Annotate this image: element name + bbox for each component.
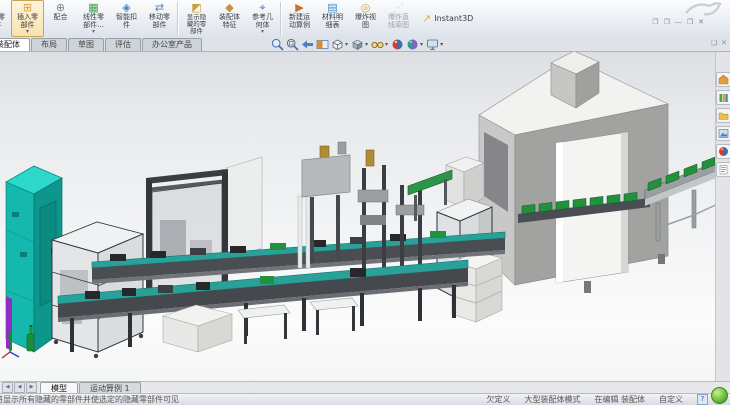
ribbon-button-bill-of-materials[interactable]: ▤ 材料明 细表	[316, 0, 349, 37]
button-label: 编辑零 部件	[0, 14, 5, 29]
dropdown-arrow-icon[interactable]: ▾	[420, 41, 423, 48]
button-label: 配合	[54, 14, 68, 22]
display-style-icon[interactable]	[351, 38, 364, 51]
button-label: 参考几 何体	[252, 14, 273, 29]
button-label: 爆炸视 图	[355, 14, 376, 29]
button-label: 装配体 特征	[219, 14, 240, 29]
close-icon[interactable]: ✕	[698, 18, 704, 26]
status-message: 将显示所有隐藏的零部件并使选定的隐藏零部件可见	[0, 394, 179, 405]
ribbon-button-new-motion-study[interactable]: ▶ 新建运 动算例	[283, 0, 316, 37]
file-explorer-icon[interactable]	[716, 108, 730, 123]
taskpane-expand-icon[interactable]: ❏	[711, 39, 717, 47]
button-label: 插入零 部件	[17, 14, 38, 29]
zoom-to-fit-icon[interactable]	[271, 38, 284, 51]
assembly-model-scene[interactable]	[0, 52, 730, 383]
dropdown-arrow-icon[interactable]: ▾	[385, 41, 388, 48]
appearances-scenes-icon[interactable]	[716, 144, 730, 159]
window-controls: ❐ ❐ — ❐ ✕	[652, 18, 704, 26]
tab-scroll-prev-icon[interactable]: ◀	[14, 382, 25, 393]
status-editing-assembly: 在编辑 装配体	[594, 394, 645, 405]
heads-up-view-toolbar: ▾ ▾ ▾ ▾ ▾	[271, 37, 444, 51]
dropdown-arrow-icon[interactable]: ▾	[26, 29, 29, 34]
view-palette-icon[interactable]	[716, 126, 730, 141]
status-units[interactable]: 自定义	[659, 394, 683, 405]
button-label: 材料明 细表	[322, 14, 343, 29]
dropdown-arrow-icon[interactable]: ▾	[345, 41, 348, 48]
ribbon-button-mate[interactable]: ⊕ 配合	[44, 0, 77, 37]
edit-appearance-icon[interactable]	[391, 38, 404, 51]
view-orientation-icon[interactable]	[331, 38, 344, 51]
dropdown-arrow-icon[interactable]: ▾	[440, 41, 443, 48]
button-label: 线性零 部件...	[83, 14, 104, 29]
taskpane-top-controls: ❏ ✕	[711, 39, 727, 47]
zoom-to-area-icon[interactable]	[286, 38, 299, 51]
task-pane-strip	[715, 52, 730, 383]
floor-white-box[interactable]	[163, 305, 232, 352]
tab-scroll-next-icon[interactable]: ▶	[26, 382, 37, 393]
tab-layout[interactable]: 布局	[31, 38, 67, 51]
design-library-icon[interactable]	[716, 90, 730, 105]
purple-stripe	[6, 296, 12, 351]
button-label: 显示隐 藏的零 部件	[187, 14, 207, 34]
button-label: Instant3D	[434, 15, 473, 23]
apply-scene-icon[interactable]	[406, 38, 419, 51]
button-label: 爆炸直 线草图	[388, 14, 409, 29]
dassault-systemes-logo	[680, 0, 726, 17]
ribbon-button-instant3d[interactable]: ↗ Instant3D	[415, 0, 480, 37]
ribbon-button-insert-components[interactable]: ⊞ 插入零 部件 ▾	[11, 0, 44, 37]
instant3d-icon: ↗	[422, 13, 431, 25]
solidworks-resources-icon[interactable]	[716, 72, 730, 87]
minimize-icon[interactable]: —	[675, 18, 682, 26]
button-label: 移动零 部件	[149, 14, 170, 29]
button-label: 智能扣 件	[116, 14, 137, 29]
status-bar: 将显示所有隐藏的零部件并使选定的隐藏零部件可见 欠定义 大型装配体模式 在编辑 …	[0, 393, 730, 405]
tab-sketch[interactable]: 草图	[68, 38, 104, 51]
custom-properties-icon[interactable]	[716, 162, 730, 177]
tab-scroll-buttons: ◀ ◀ ▶	[2, 382, 37, 393]
ribbon-button-smart-fasteners[interactable]: ◈ 智能扣 件	[110, 0, 143, 37]
restore-icon[interactable]: ❐	[687, 18, 693, 26]
ribbon-tab-strip: 装配体 布局 草图 评估 办公室产品	[0, 38, 203, 51]
ribbon-button-assembly-features[interactable]: ◆ 装配体 特征	[213, 0, 246, 37]
status-defined-state: 欠定义	[486, 394, 510, 405]
hide-show-items-icon[interactable]	[371, 38, 384, 51]
ribbon-button-reference-geometry[interactable]: ⌖ 参考几 何体 ▾	[246, 0, 279, 37]
window-icon-b[interactable]: ❐	[664, 18, 670, 26]
button-label: 新建运 动算例	[289, 14, 310, 29]
help-icon[interactable]: ?	[697, 394, 708, 405]
tab-assembly[interactable]: 装配体	[0, 38, 30, 51]
tab-scroll-first-icon[interactable]: ◀	[2, 382, 13, 393]
ribbon-button-move-component[interactable]: ⇄ 移动零 部件	[143, 0, 176, 37]
work-tables[interactable]	[238, 298, 358, 344]
window-icon-a[interactable]: ❐	[652, 18, 658, 26]
section-view-icon[interactable]	[316, 38, 329, 51]
dropdown-arrow-icon[interactable]: ▾	[261, 29, 264, 34]
ribbon-button-edit-component[interactable]: ◧ 编辑零 部件	[0, 0, 11, 37]
tab-office-products[interactable]: 办公室产品	[142, 38, 202, 51]
tab-evaluate[interactable]: 评估	[105, 38, 141, 51]
dropdown-arrow-icon[interactable]: ▾	[365, 41, 368, 48]
ribbon-button-linear-component-pattern[interactable]: ▦ 线性零 部件... ▾	[77, 0, 110, 37]
graphics-viewport[interactable]	[0, 52, 730, 383]
previous-view-icon[interactable]	[301, 38, 314, 51]
ribbon-separator	[177, 2, 179, 35]
ribbon-button-show-hidden-components[interactable]: ◩ 显示隐 藏的零 部件	[180, 0, 213, 37]
help-sphere-icon[interactable]	[711, 387, 728, 404]
ribbon-separator	[280, 2, 282, 35]
dropdown-arrow-icon[interactable]: ▾	[92, 29, 95, 34]
ribbon-button-explode-line-sketch[interactable]: ⋰ 爆炸直 线草图	[382, 0, 415, 37]
ribbon-button-exploded-view[interactable]: ◎ 爆炸视 图	[349, 0, 382, 37]
taskpane-close-icon[interactable]: ✕	[721, 39, 727, 47]
view-settings-icon[interactable]	[426, 38, 439, 51]
command-manager-tabs: 装配体 布局 草图 评估 办公室产品 ▾ ▾ ▾ ▾ ▾ ❏ ✕	[0, 37, 730, 52]
solidworks-window: { "app": { "brand_logo": "DS", "window_c…	[0, 0, 730, 405]
status-right-group: 欠定义 大型装配体模式 在编辑 装配体 自定义 ?	[486, 394, 730, 405]
status-large-assembly-mode: 大型装配体模式	[524, 394, 580, 405]
command-manager-ribbon: ◧ 编辑零 部件 ⊞ 插入零 部件 ▾ ⊕ 配合 ▦ 线性零 部件... ▾ ◈…	[0, 0, 730, 38]
